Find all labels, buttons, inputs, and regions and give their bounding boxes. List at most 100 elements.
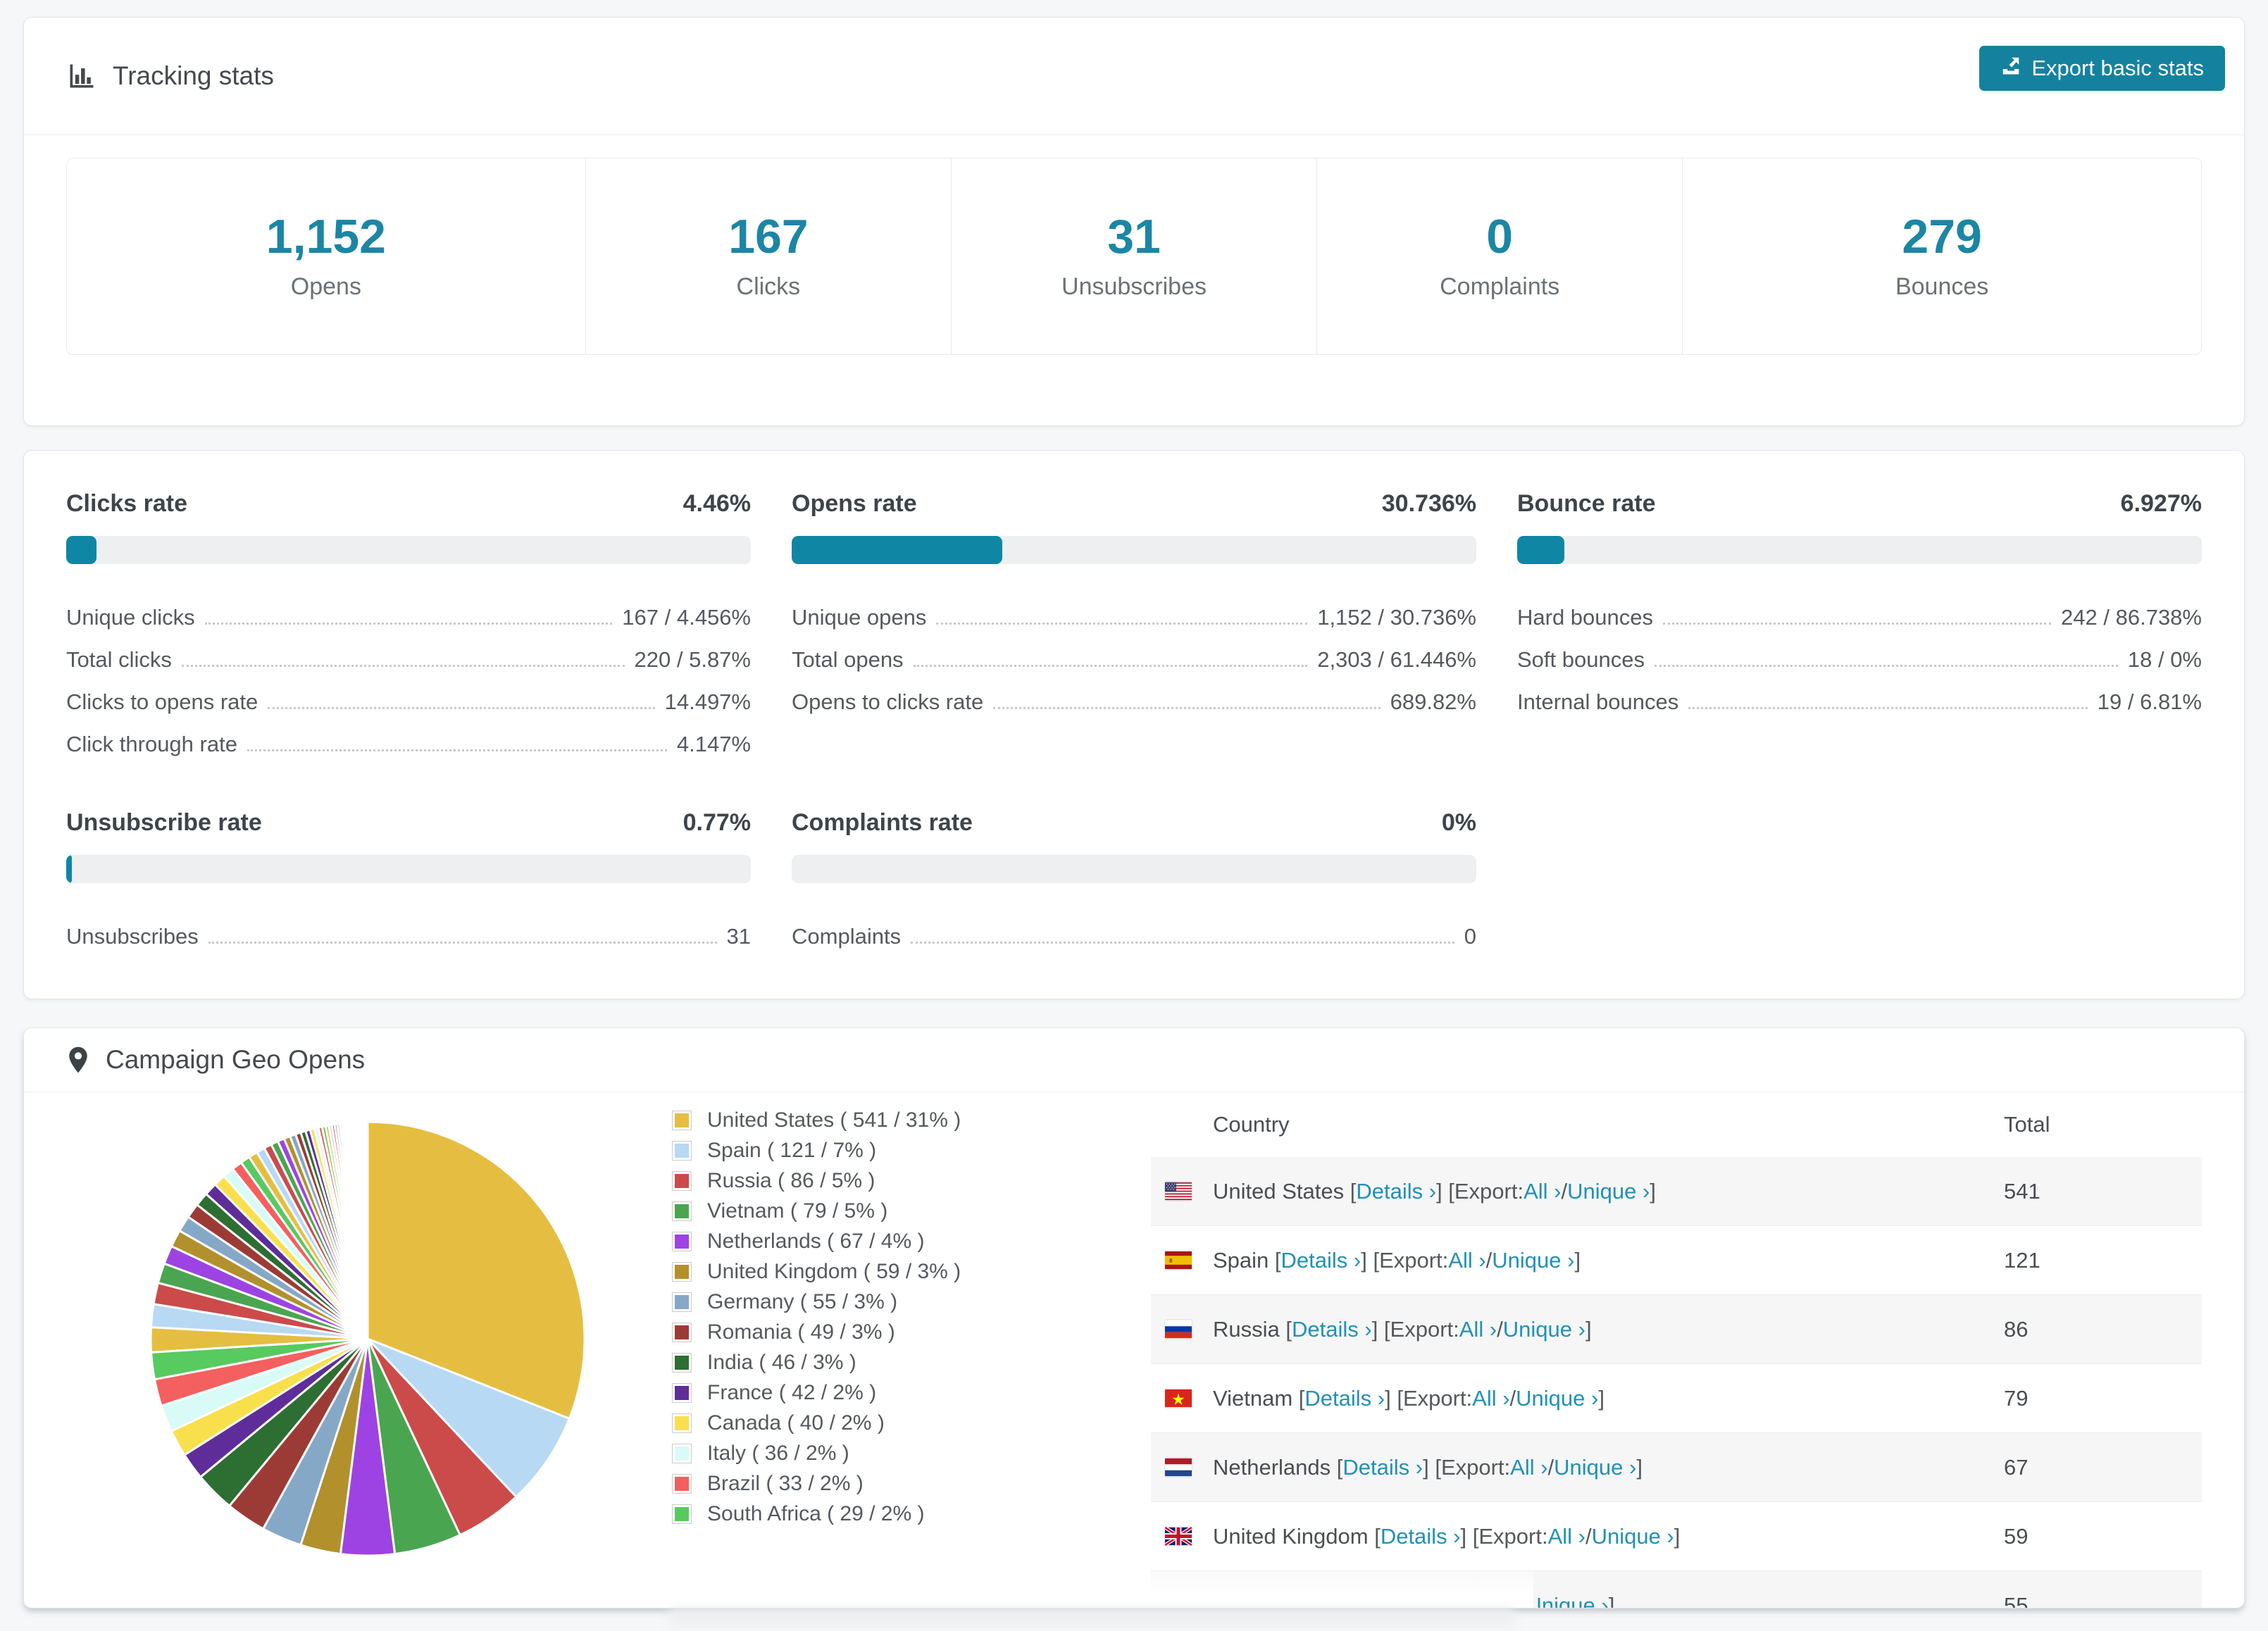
legend-color-chip (672, 1171, 692, 1191)
legend-item-united-kingdom[interactable]: United Kingdom ( 59 / 3% ) (672, 1256, 1151, 1287)
rate-head: Clicks rate4.46% (66, 490, 751, 518)
rate-rows: Complaints0 (792, 907, 1476, 949)
geo-total-cell: 541 (2003, 1157, 2202, 1226)
geo-table-row-vietnam: Vietnam [Details ›] [Export: All › / Uni… (1151, 1364, 2202, 1433)
geo-card-title: Campaign Geo Opens (66, 1045, 365, 1075)
geo-country-cell: Vietnam [Details ›] [Export: All › / Uni… (1151, 1364, 2003, 1433)
export-all-link[interactable]: All › (1524, 1179, 1561, 1204)
rate-title: Bounce rate (1517, 490, 1656, 518)
legend-item-italy[interactable]: Italy ( 36 / 2% ) (672, 1438, 1151, 1468)
rate-rows: Unique clicks167 / 4.456%Total clicks220… (66, 588, 751, 757)
dotted-leader (914, 665, 1308, 667)
details-link[interactable]: Details › (1281, 1248, 1362, 1273)
geo-total-cell: 79 (2003, 1364, 2202, 1433)
legend-item-united-states[interactable]: United States ( 541 / 31% ) (672, 1105, 1151, 1135)
legend-item-germany[interactable]: Germany ( 55 / 3% ) (672, 1287, 1151, 1317)
export-all-link[interactable]: All › (1472, 1386, 1509, 1411)
legend-color-chip (672, 1292, 692, 1312)
stat-value: 167 (728, 213, 808, 261)
export-unique-link[interactable]: Unique › (1592, 1524, 1674, 1549)
legend-label: Spain ( 121 / 7% ) (707, 1139, 876, 1163)
bar-chart-icon (66, 61, 97, 92)
legend-label: Germany ( 55 / 3% ) (707, 1290, 897, 1314)
export-unique-link[interactable]: Unique › (1526, 1593, 1609, 1609)
geo-legend: United States ( 541 / 31% ) Spain ( 121 /… (672, 1092, 1151, 1608)
legend-label: United Kingdom ( 59 / 3% ) (707, 1260, 961, 1284)
export-unique-link[interactable]: Unique › (1503, 1317, 1585, 1342)
stat-row-label: Unsubscribes (66, 924, 199, 949)
stat-row-value: 1,152 / 30.736% (1317, 605, 1476, 630)
stat-label: Bounces (1895, 273, 1988, 301)
dotted-leader (205, 623, 613, 625)
legend-item-netherlands[interactable]: Netherlands ( 67 / 4% ) (672, 1226, 1151, 1256)
geo-total-cell: 86 (2003, 1295, 2202, 1364)
stat-value: 0 (1486, 213, 1513, 261)
legend-color-chip (672, 1474, 692, 1494)
export-unique-link[interactable]: Unique › (1567, 1179, 1650, 1204)
legend-color-chip (672, 1383, 692, 1403)
legend-color-chip (672, 1504, 692, 1524)
flag-vn-icon (1165, 1389, 1192, 1408)
legend-item-brazil[interactable]: Brazil ( 33 / 2% ) (672, 1468, 1151, 1499)
legend-item-russia[interactable]: Russia ( 86 / 5% ) (672, 1166, 1151, 1196)
rate-value: 30.736% (1382, 490, 1476, 518)
stat-row: Unsubscribes31 (66, 907, 751, 949)
legend-item-france[interactable]: France ( 42 / 2% ) (672, 1377, 1151, 1408)
legend-color-chip (672, 1232, 692, 1251)
export-unique-link[interactable]: Unique › (1554, 1455, 1636, 1480)
flag-nl-icon (1165, 1458, 1192, 1477)
stat-row: Unique opens1,152 / 30.736% (792, 588, 1476, 630)
export-button-label: Export basic stats (2031, 56, 2204, 81)
flag-de-icon (1165, 1596, 1192, 1608)
legend-item-south-africa[interactable]: South Africa ( 29 / 2% ) (672, 1499, 1151, 1529)
export-unique-link[interactable]: Unique › (1492, 1248, 1574, 1273)
page-bottom-shadow (669, 1608, 1514, 1631)
legend-item-spain[interactable]: Spain ( 121 / 7% ) (672, 1135, 1151, 1166)
stat-box-complaints: 0Complaints (1316, 158, 1682, 354)
geo-table-header-row: Country Total (1151, 1092, 2202, 1157)
geo-pie-chart (66, 1092, 672, 1608)
country-name: Germany (1213, 1593, 1309, 1609)
stat-row-value: 2,303 / 61.446% (1317, 647, 1476, 673)
legend-item-india[interactable]: India ( 46 / 3% ) (672, 1347, 1151, 1377)
geo-table-row-netherlands: Netherlands [Details ›] [Export: All › /… (1151, 1433, 2202, 1502)
details-link[interactable]: Details › (1342, 1455, 1423, 1480)
progress-fill (66, 855, 72, 883)
export-all-link[interactable]: All › (1448, 1248, 1485, 1273)
details-link[interactable]: Details › (1292, 1317, 1372, 1342)
details-link[interactable]: Details › (1356, 1179, 1436, 1204)
legend-color-chip (672, 1444, 692, 1463)
geo-table-header-total: Total (2003, 1092, 2202, 1157)
legend-color-chip (672, 1262, 692, 1282)
campaign-geo-opens-card: Campaign Geo Opens United States ( 541 /… (23, 1027, 2245, 1608)
export-basic-stats-button[interactable]: Export basic stats (1979, 46, 2225, 91)
country-name: United States (1213, 1179, 1350, 1204)
geo-country-cell: United Kingdom [Details ›] [Export: All … (1151, 1502, 2003, 1571)
legend-item-canada[interactable]: Canada ( 40 / 2% ) (672, 1408, 1151, 1438)
stat-row-label: Opens to clicks rate (792, 689, 983, 715)
rate-rows: Unsubscribes31 (66, 907, 751, 949)
details-link[interactable]: Details › (1381, 1524, 1461, 1549)
rate-rows: Unique opens1,152 / 30.736%Total opens2,… (792, 588, 1476, 715)
rate-value: 0% (1442, 809, 1476, 837)
stat-box-unsubscribes: 31Unsubscribes (951, 158, 1316, 354)
details-link[interactable]: Details › (1315, 1593, 1395, 1609)
flag-es-icon (1165, 1251, 1192, 1270)
export-unique-link[interactable]: Unique › (1516, 1386, 1598, 1411)
geo-total-cell: 121 (2003, 1226, 2202, 1295)
rate-head: Complaints rate0% (792, 809, 1476, 837)
export-all-link[interactable]: All › (1510, 1455, 1547, 1480)
rate-block-complaints-rate: Complaints rate0% Complaints0 (792, 809, 1476, 949)
geo-table: Country Total United States [Details ›] … (1151, 1092, 2202, 1608)
stat-row: Unique clicks167 / 4.456% (66, 588, 751, 630)
export-all-link[interactable]: All › (1459, 1317, 1497, 1342)
stat-box-opens: 1,152Opens (67, 158, 585, 354)
stat-row: Complaints0 (792, 907, 1476, 949)
stat-row-label: Soft bounces (1517, 647, 1645, 673)
details-link[interactable]: Details › (1304, 1386, 1385, 1411)
export-all-link[interactable]: All › (1548, 1524, 1585, 1549)
legend-item-romania[interactable]: Romania ( 49 / 3% ) (672, 1317, 1151, 1347)
legend-item-vietnam[interactable]: Vietnam ( 79 / 5% ) (672, 1196, 1151, 1226)
geo-table-row-germany: Germany [Details ›] [Export: All › / Uni… (1151, 1571, 2202, 1609)
export-all-link[interactable]: All › (1482, 1593, 1519, 1609)
